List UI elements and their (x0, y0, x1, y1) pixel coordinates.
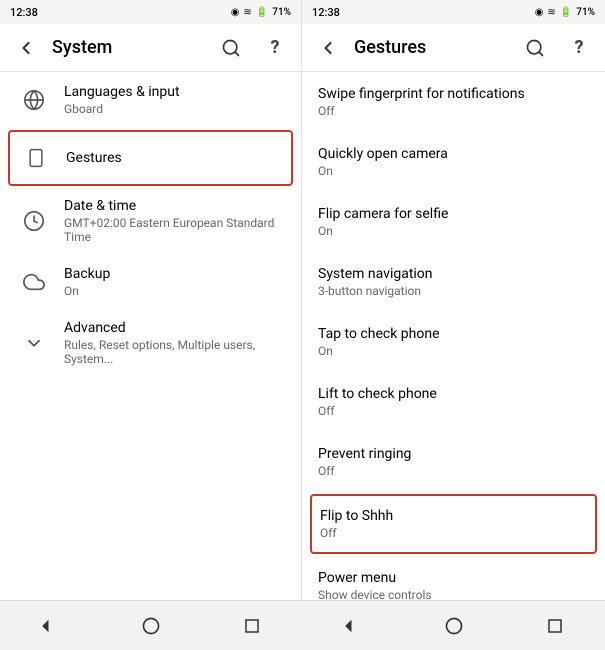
right-help-button[interactable]: ? (561, 30, 597, 66)
languages-title: Languages & input (64, 84, 180, 100)
system-nav-title: System navigation (318, 266, 589, 282)
open-camera-subtitle: On (318, 164, 589, 178)
backup-title: Backup (64, 266, 110, 282)
left-home-nav-button[interactable] (121, 606, 181, 646)
menu-item-languages[interactable]: Languages & input Gboard (0, 72, 301, 128)
lift-check-phone-title: Lift to check phone (318, 386, 589, 402)
right-status-icons: ◉ ≋ 🔋 71% (535, 7, 595, 18)
left-status-bar: 12:38 ◉ ≋ 🔋 71% (0, 0, 301, 24)
gestures-text: Gestures (66, 150, 122, 166)
right-bottom-nav (302, 600, 605, 650)
power-menu-title: Power menu (318, 570, 589, 586)
system-nav-subtitle: 3-button navigation (318, 284, 589, 298)
right-recents-nav-button[interactable] (525, 606, 585, 646)
right-search-button[interactable] (517, 30, 553, 66)
gesture-open-camera[interactable]: Quickly open camera On (302, 132, 605, 192)
menu-item-gestures[interactable]: Gestures (8, 130, 293, 186)
right-back-button[interactable] (310, 30, 346, 66)
right-back-nav-button[interactable] (323, 606, 383, 646)
datetime-subtitle: GMT+02:00 Eastern European Standard Time (64, 216, 285, 244)
languages-subtitle: Gboard (64, 102, 180, 116)
left-back-button[interactable] (8, 30, 44, 66)
flip-camera-title: Flip camera for selfie (318, 206, 589, 222)
gesture-lift-check-phone[interactable]: Lift to check phone Off (302, 372, 605, 432)
lift-check-phone-subtitle: Off (318, 404, 589, 418)
right-time: 12:38 (312, 6, 340, 19)
gesture-flip-camera[interactable]: Flip camera for selfie On (302, 192, 605, 252)
gesture-system-nav[interactable]: System navigation 3-button navigation (302, 252, 605, 312)
left-bottom-nav (0, 600, 302, 650)
flip-shhh-title: Flip to Shhh (320, 508, 587, 524)
tap-check-phone-title: Tap to check phone (318, 326, 589, 342)
left-recents-nav-button[interactable] (222, 606, 282, 646)
menu-item-backup[interactable]: Backup On (0, 254, 301, 310)
prevent-ringing-title: Prevent ringing (318, 446, 589, 462)
flip-shhh-subtitle: Off (320, 526, 587, 540)
left-time: 12:38 (10, 6, 38, 19)
advanced-title: Advanced (64, 320, 285, 336)
backup-subtitle: On (64, 284, 110, 298)
swipe-fingerprint-subtitle: Off (318, 104, 589, 118)
left-status-icons: ◉ ≋ 🔋 71% (231, 7, 291, 18)
right-home-nav-button[interactable] (424, 606, 484, 646)
backup-text: Backup On (64, 266, 110, 298)
power-menu-subtitle: Show device controls (318, 588, 589, 600)
bottom-navigation (0, 600, 605, 650)
right-page-title: Gestures (354, 37, 509, 58)
chevron-down-icon (16, 325, 52, 361)
right-status-bar: 12:38 ◉ ≋ 🔋 71% (302, 0, 605, 24)
advanced-text: Advanced Rules, Reset options, Multiple … (64, 320, 285, 366)
flip-camera-subtitle: On (318, 224, 589, 238)
menu-item-advanced[interactable]: Advanced Rules, Reset options, Multiple … (0, 310, 301, 376)
datetime-text: Date & time GMT+02:00 Eastern European S… (64, 198, 285, 244)
left-menu-list: Languages & input Gboard Gestures (0, 72, 301, 600)
gesture-power-menu[interactable]: Power menu Show device controls (302, 556, 605, 600)
tap-check-phone-subtitle: On (318, 344, 589, 358)
gesture-flip-shhh[interactable]: Flip to Shhh Off (310, 494, 597, 554)
left-search-button[interactable] (213, 30, 249, 66)
open-camera-title: Quickly open camera (318, 146, 589, 162)
swipe-fingerprint-title: Swipe fingerprint for notifications (318, 86, 589, 102)
phone-icon (18, 140, 54, 176)
gesture-swipe-fingerprint[interactable]: Swipe fingerprint for notifications Off (302, 72, 605, 132)
globe-icon (16, 82, 52, 118)
datetime-title: Date & time (64, 198, 285, 214)
gesture-tap-check-phone[interactable]: Tap to check phone On (302, 312, 605, 372)
languages-text: Languages & input Gboard (64, 84, 180, 116)
gestures-title: Gestures (66, 150, 122, 166)
gesture-prevent-ringing[interactable]: Prevent ringing Off (302, 432, 605, 492)
right-top-bar: Gestures ? (302, 24, 605, 72)
left-top-bar: System ? (0, 24, 301, 72)
advanced-subtitle: Rules, Reset options, Multiple users, Sy… (64, 338, 285, 366)
prevent-ringing-subtitle: Off (318, 464, 589, 478)
left-help-button[interactable]: ? (257, 30, 293, 66)
left-page-title: System (52, 37, 205, 58)
clock-icon (16, 203, 52, 239)
menu-item-datetime[interactable]: Date & time GMT+02:00 Eastern European S… (0, 188, 301, 254)
gesture-list: Swipe fingerprint for notifications Off … (302, 72, 605, 600)
left-back-nav-button[interactable] (20, 606, 80, 646)
cloud-icon (16, 264, 52, 300)
